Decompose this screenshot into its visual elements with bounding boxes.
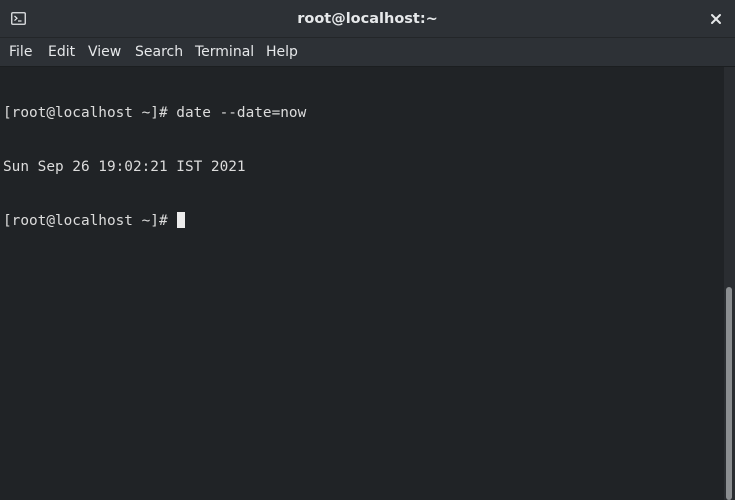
menu-terminal[interactable]: Terminal (194, 38, 255, 66)
menu-file[interactable]: File (8, 38, 33, 66)
text-cursor (177, 212, 186, 228)
window-title: root@localhost:~ (297, 11, 438, 27)
close-button[interactable] (705, 8, 727, 30)
menu-view[interactable]: View (87, 38, 122, 66)
title-bar[interactable]: root@localhost:~ (0, 0, 735, 38)
vertical-scrollbar[interactable] (724, 67, 735, 500)
close-icon (711, 14, 721, 24)
menu-edit[interactable]: Edit (47, 38, 76, 66)
menu-bar: File Edit View Search Terminal Help (0, 38, 735, 67)
terminal-window: root@localhost:~ File Edit View Search T… (0, 0, 735, 500)
menu-help[interactable]: Help (265, 38, 299, 66)
terminal-line: [root@localhost ~]# (3, 212, 724, 230)
menu-search[interactable]: Search (134, 38, 184, 66)
shell-prompt: [root@localhost ~]# (3, 105, 177, 121)
command-output: Sun Sep 26 19:02:21 IST 2021 (3, 159, 246, 175)
terminal-line: [root@localhost ~]# date --date=now (3, 104, 724, 122)
shell-prompt: [root@localhost ~]# (3, 213, 177, 229)
scrollbar-thumb[interactable] (726, 287, 732, 500)
terminal-line: Sun Sep 26 19:02:21 IST 2021 (3, 158, 724, 176)
terminal-output[interactable]: [root@localhost ~]# date --date=now Sun … (0, 67, 724, 500)
command-text: date --date=now (176, 105, 307, 121)
